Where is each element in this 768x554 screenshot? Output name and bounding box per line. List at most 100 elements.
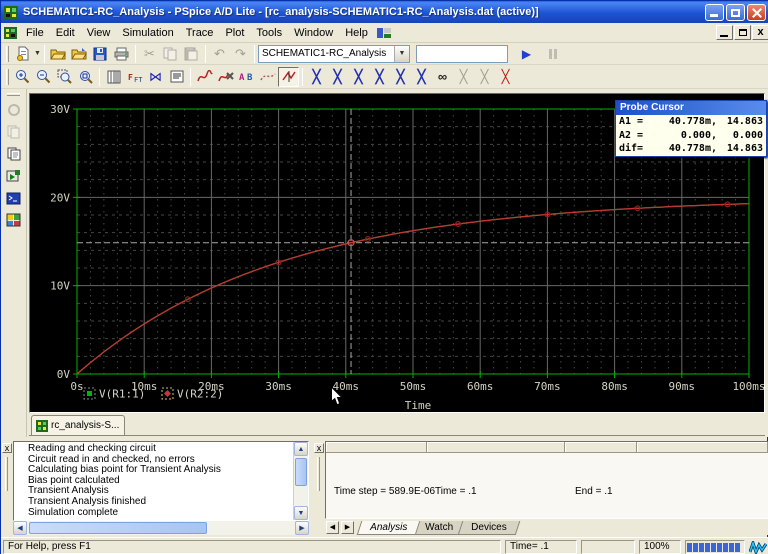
cursor-point-button[interactable]: ╳ bbox=[411, 67, 432, 87]
console-icon bbox=[6, 192, 21, 205]
copy-to-clipboard-button[interactable] bbox=[4, 144, 24, 164]
open-button[interactable] bbox=[48, 44, 69, 64]
status-bar: For Help, press F1 Time= .1 100% bbox=[1, 537, 768, 554]
tab-devices[interactable]: Devices bbox=[458, 521, 520, 535]
cursor-max-button[interactable]: ╳ bbox=[390, 67, 411, 87]
tabs-scroll-left-icon[interactable]: ◀ bbox=[326, 521, 339, 534]
add-trace-button[interactable] bbox=[194, 67, 215, 87]
cursor-min-button[interactable]: ╳ bbox=[369, 67, 390, 87]
view-netlist-button[interactable] bbox=[4, 122, 24, 142]
status-panel-gutter: x bbox=[313, 441, 325, 535]
zoom-in-button[interactable] bbox=[12, 67, 33, 87]
simulation-combobox[interactable] bbox=[416, 45, 508, 63]
plot-tab[interactable]: rc_analysis-S... bbox=[31, 415, 125, 435]
print-button[interactable] bbox=[111, 44, 132, 64]
append-file-button[interactable] bbox=[69, 44, 90, 64]
table-header-cell bbox=[326, 442, 427, 453]
scroll-left-icon[interactable]: ◀ bbox=[13, 521, 27, 535]
log-horizontal-scrollbar[interactable]: ◀ ▶ bbox=[13, 521, 309, 535]
simulation-progress-bar bbox=[685, 540, 745, 554]
cursor-peak-button[interactable]: ╳ bbox=[306, 67, 327, 87]
mdi-minimize-button[interactable] bbox=[716, 25, 733, 40]
simulation-results-button[interactable] bbox=[4, 210, 24, 230]
mark-data-points-button[interactable] bbox=[257, 67, 278, 87]
probe-cursor-row-a2: A2 =0.000,0.000 bbox=[616, 129, 766, 143]
mdi-close-button[interactable]: x bbox=[752, 25, 768, 40]
output-window-button[interactable] bbox=[4, 188, 24, 208]
prev-transition-button[interactable]: ╳ bbox=[474, 67, 495, 87]
simulation-queue-button[interactable] bbox=[4, 166, 24, 186]
scroll-right-icon[interactable]: ▶ bbox=[295, 521, 309, 535]
cursor-search-button[interactable]: ∞ bbox=[432, 67, 453, 87]
tab-analysis[interactable]: Analysis bbox=[357, 521, 421, 535]
output-panel-gripper[interactable] bbox=[5, 457, 8, 491]
redo-button[interactable]: ↷ bbox=[230, 44, 251, 64]
log-vscroll-thumb[interactable] bbox=[295, 458, 307, 486]
menu-item-simulation[interactable]: Simulation bbox=[116, 25, 179, 41]
probe-toolbar: FFT ⋈ AB ╳ ╳ ╳ ╳ ╳ ╳ ∞ ╳ ╳ ╳ bbox=[1, 65, 768, 89]
paste-button[interactable] bbox=[181, 44, 202, 64]
minimize-button[interactable] bbox=[705, 4, 724, 21]
pause-button[interactable] bbox=[543, 44, 564, 64]
undo-button[interactable]: ↶ bbox=[209, 44, 230, 64]
cursor-trough-button[interactable]: ╳ bbox=[327, 67, 348, 87]
time-value: Time = .1 bbox=[435, 486, 477, 497]
output-log-lines: Reading and checking circuit Circuit rea… bbox=[28, 444, 292, 518]
tabs-scroll-right-icon[interactable]: ▶ bbox=[341, 521, 354, 534]
status-time: Time= .1 bbox=[505, 540, 577, 554]
probe-cursor-row-dif: dif=40.778m,14.863 bbox=[616, 142, 766, 156]
fourier-button[interactable]: FFT bbox=[124, 67, 145, 87]
menu-item-window[interactable]: Window bbox=[288, 25, 339, 41]
table-header-cell bbox=[427, 442, 565, 453]
menu-item-trace[interactable]: Trace bbox=[180, 25, 220, 41]
log-line: Reading and checking circuit bbox=[28, 444, 292, 455]
zoom-out-button[interactable] bbox=[33, 67, 54, 87]
restore-button[interactable] bbox=[726, 4, 745, 21]
output-log-panel: x Reading and checking circuit Circuit r… bbox=[1, 441, 309, 535]
menu-item-view[interactable]: View bbox=[81, 25, 117, 41]
svg-text:90ms: 90ms bbox=[669, 380, 696, 393]
copy-button[interactable] bbox=[160, 44, 181, 64]
goal-function-button[interactable]: AB bbox=[236, 67, 257, 87]
performance-analysis-button[interactable]: ⋈ bbox=[145, 67, 166, 87]
delete-traces-button[interactable] bbox=[215, 67, 236, 87]
menu-item-plot[interactable]: Plot bbox=[219, 25, 250, 41]
cut-button[interactable]: ✂ bbox=[139, 44, 160, 64]
log-hscroll-thumb[interactable] bbox=[29, 522, 207, 534]
combo-dropdown-icon[interactable]: ▼ bbox=[394, 46, 409, 62]
zoom-fit-button[interactable] bbox=[75, 67, 96, 87]
simulation-profile-combobox[interactable]: SCHEMATIC1-RC_Analysis ▼ bbox=[258, 45, 410, 63]
cursor-slope-button[interactable]: ╳ bbox=[348, 67, 369, 87]
log-x-axis-button[interactable] bbox=[103, 67, 124, 87]
zoom-area-button[interactable] bbox=[54, 67, 75, 87]
close-button[interactable] bbox=[747, 4, 766, 21]
time-step-value: Time step = 589.9E-06 bbox=[334, 486, 435, 497]
status-empty-box bbox=[581, 540, 635, 554]
run-button[interactable]: ▶ bbox=[516, 44, 537, 64]
next-transition-button[interactable]: ╳ bbox=[453, 67, 474, 87]
probe-cursor-row-a1: A1 =40.778m,14.863 bbox=[616, 115, 766, 129]
scroll-up-icon[interactable]: ▲ bbox=[294, 442, 308, 456]
toggle-cursor-button[interactable] bbox=[278, 67, 299, 87]
circle-icon bbox=[7, 103, 21, 117]
save-button[interactable] bbox=[90, 44, 111, 64]
menu-item-file[interactable]: File bbox=[20, 25, 50, 41]
new-simulation-button[interactable] bbox=[12, 44, 33, 64]
help-pointer-button[interactable] bbox=[4, 100, 24, 120]
simulation-output-button[interactable] bbox=[166, 67, 187, 87]
svg-text:30ms: 30ms bbox=[265, 380, 292, 393]
status-panel-close-icon[interactable]: x bbox=[314, 443, 324, 453]
mdi-restore-button[interactable] bbox=[734, 25, 751, 40]
output-panel-close-icon[interactable]: x bbox=[2, 443, 12, 453]
new-dropdown-chevron[interactable]: ▼ bbox=[34, 50, 41, 57]
menu-item-edit[interactable]: Edit bbox=[50, 25, 81, 41]
scroll-down-icon[interactable]: ▼ bbox=[294, 506, 308, 520]
status-panel-gripper[interactable] bbox=[317, 457, 320, 491]
mark-label-button[interactable]: ╳ bbox=[495, 67, 516, 87]
probe-cursor-titlebar[interactable]: Probe Cursor bbox=[616, 101, 766, 115]
menu-item-help[interactable]: Help bbox=[339, 25, 374, 41]
probe-cursor-window[interactable]: Probe Cursor A1 =40.778m,14.863 A2 =0.00… bbox=[615, 100, 767, 157]
log-vertical-scrollbar[interactable]: ▲ ▼ bbox=[293, 442, 308, 520]
menu-item-tools[interactable]: Tools bbox=[250, 25, 288, 41]
svg-text:F: F bbox=[128, 73, 133, 82]
